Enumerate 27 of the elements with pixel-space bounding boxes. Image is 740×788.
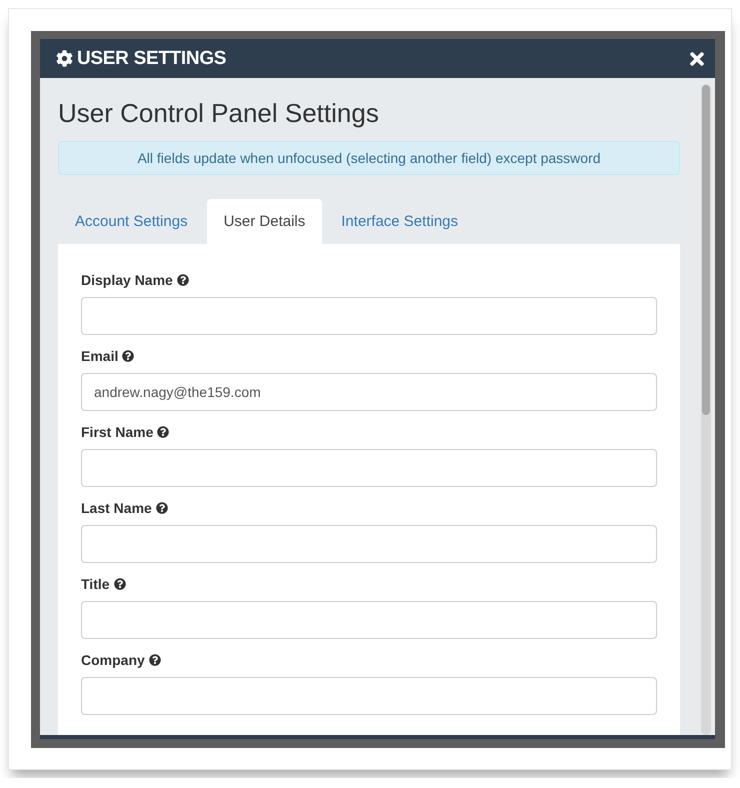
text-field[interactable] <box>81 601 657 639</box>
help-icon[interactable] <box>156 502 168 514</box>
help-icon[interactable] <box>176 274 189 286</box>
help-icon[interactable] <box>114 578 126 590</box>
dialog-title: USER SETTINGS <box>77 48 228 70</box>
field-label: Last Name <box>81 500 152 516</box>
help-icon[interactable] <box>148 654 161 666</box>
help-icon[interactable] <box>157 426 170 438</box>
tab[interactable]: Account Settings <box>58 199 205 244</box>
gear-icon <box>56 50 73 67</box>
field-label: Title <box>81 576 110 592</box>
field-label: Display Name <box>81 272 173 288</box>
tab[interactable]: User Details <box>206 199 322 244</box>
field-label: Company <box>81 652 145 668</box>
tab[interactable]: Interface Settings <box>324 199 475 244</box>
field-label: First Name <box>81 424 154 440</box>
text-field[interactable] <box>81 525 657 563</box>
info-notice: All fields update when unfocused (selecting another field) except password <box>58 141 680 175</box>
field-label: Email <box>81 348 118 364</box>
text-field[interactable] <box>81 297 657 335</box>
text-field[interactable] <box>81 677 657 715</box>
scrollbar-track[interactable] <box>701 84 711 735</box>
scrollbar-thumb[interactable] <box>702 85 710 415</box>
panel-heading: User Control Panel Settings <box>58 98 380 128</box>
text-field[interactable]: andrew.nagy@the159.com <box>81 373 657 411</box>
text-field[interactable] <box>81 449 657 487</box>
help-icon[interactable] <box>122 350 134 362</box>
